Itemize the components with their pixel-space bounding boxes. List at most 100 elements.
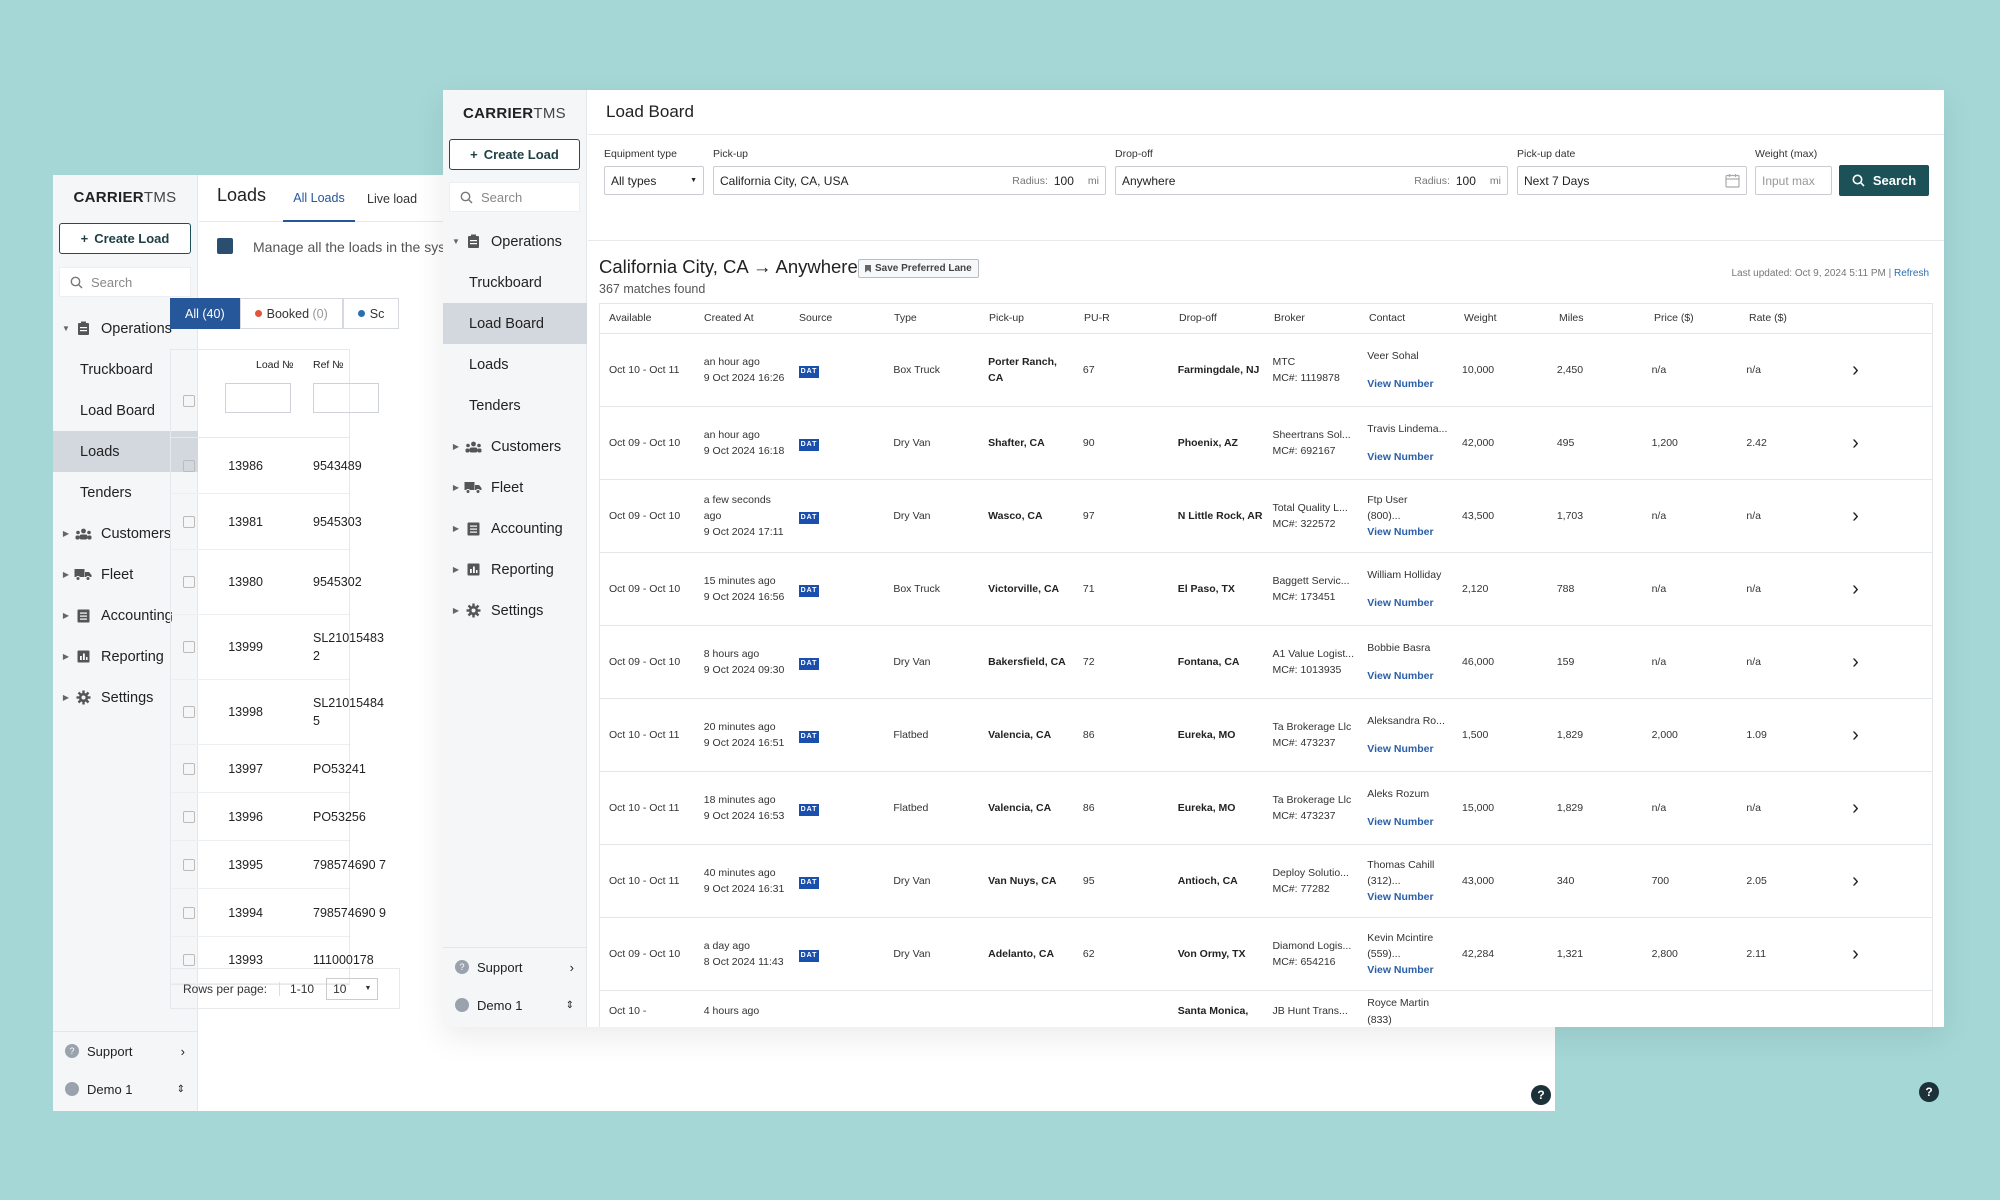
column-header[interactable]: Drop-off (1170, 310, 1265, 326)
column-header[interactable]: Pick-up (980, 310, 1075, 326)
column-header[interactable]: Broker (1265, 310, 1360, 326)
filter-all[interactable]: All (40) (170, 298, 240, 329)
view-number-link[interactable]: View Number (1367, 524, 1453, 540)
column-header[interactable]: Price ($) (1645, 310, 1740, 326)
nav-tenders[interactable]: Tenders (443, 385, 587, 426)
row-checkbox[interactable] (183, 810, 195, 823)
load-row[interactable]: Oct 10 - Oct 11 18 minutes ago 9 Oct 2024 … (600, 772, 1932, 845)
view-number-link[interactable]: View Number (1367, 814, 1453, 830)
row-checkbox[interactable] (183, 459, 195, 472)
chevron-right-icon: › (180, 1043, 185, 1059)
search-button[interactable]: Search (1839, 165, 1929, 196)
chevron-right-icon[interactable]: › (1832, 720, 1932, 751)
column-header[interactable]: Contact (1360, 310, 1455, 326)
chevron-right-icon[interactable]: › (1832, 647, 1932, 678)
sidebar-search[interactable]: Search (59, 267, 191, 297)
row-checkbox[interactable] (183, 954, 195, 966)
tab-live-loads[interactable]: Live load (367, 175, 417, 222)
table-row[interactable]: 13994 798574690 9 (171, 889, 386, 937)
nav-loads[interactable]: Loads (443, 344, 587, 385)
nav-fleet[interactable]: ▶ Fleet (449, 467, 587, 508)
chevron-right-icon[interactable]: › (1832, 574, 1932, 605)
create-load-button[interactable]: + Create Load (59, 223, 191, 254)
help-button[interactable]: ? (1531, 1085, 1551, 1105)
nav-customers[interactable]: ▶ Customers (449, 426, 587, 467)
page-size-select[interactable]: 10 ▼ (326, 977, 379, 1000)
table-row[interactable]: 13981 9545303 (171, 494, 362, 550)
date-picker[interactable]: Next 7 Days (1517, 166, 1747, 195)
view-number-link[interactable]: View Number (1367, 376, 1453, 392)
column-header[interactable]: Rate ($) (1740, 310, 1835, 326)
column-header[interactable]: Type (885, 310, 980, 326)
row-checkbox[interactable] (183, 906, 195, 919)
filter-third[interactable]: Sc (342, 298, 400, 329)
view-number-link[interactable]: View Number (1367, 668, 1453, 684)
support-link[interactable]: ? Support › (443, 948, 586, 986)
weight-input[interactable]: Input max (1755, 166, 1832, 195)
view-number-link[interactable]: View Number (1367, 595, 1453, 611)
ref-number-filter[interactable] (313, 383, 379, 413)
row-checkbox[interactable] (183, 762, 195, 775)
column-header[interactable]: Source (790, 310, 885, 326)
chevron-right-icon[interactable]: › (1832, 355, 1932, 386)
load-row[interactable]: Oct 09 - Oct 10 8 hours ago 9 Oct 2024 09:… (600, 626, 1932, 699)
user-menu[interactable]: Demo 1 ⇕ (443, 986, 586, 1024)
load-row[interactable]: Oct 09 - Oct 10 15 minutes ago 9 Oct 2024 … (600, 553, 1932, 626)
dropoff-input[interactable]: Anywhere Radius: 100 mi (1115, 166, 1508, 195)
create-load-button[interactable]: + Create Load (449, 139, 580, 170)
column-header[interactable]: PU-R (1075, 310, 1170, 326)
nav-truckboard[interactable]: Truckboard (443, 262, 587, 303)
pickup-radius[interactable]: Radius: 100 mi (1012, 174, 1099, 188)
view-number-link[interactable]: View Number (1367, 741, 1453, 757)
table-row[interactable]: 13980 9545302 (171, 550, 362, 615)
save-preferred-lane-button[interactable]: Save Preferred Lane (858, 259, 979, 278)
table-row[interactable]: 13995 798574690 7 (171, 841, 386, 889)
column-header[interactable]: Miles (1550, 310, 1645, 326)
table-row[interactable]: 13986 9543489 (171, 438, 362, 494)
table-row[interactable]: 13997 PO53241 (171, 745, 366, 793)
nav-operations[interactable]: ▼ Operations (449, 221, 587, 262)
filter-booked[interactable]: Booked (0) (239, 298, 343, 329)
load-row[interactable]: Oct 10 - Oct 11 20 minutes ago 9 Oct 2024 … (600, 699, 1932, 772)
sidebar-search[interactable]: Search (449, 182, 580, 212)
nav-accounting[interactable]: ▶ Accounting (449, 508, 587, 549)
dropoff-radius[interactable]: Radius: 100 mi (1414, 174, 1501, 188)
load-row[interactable]: Oct 09 - Oct 10 a few seconds ago 9 Oct 20… (600, 480, 1932, 553)
tab-all-loads[interactable]: All Loads (283, 175, 355, 222)
table-row[interactable]: 13996 PO53256 (171, 793, 366, 841)
load-row[interactable]: Oct 10 - Oct 11 an hour ago 9 Oct 2024 16:… (600, 334, 1932, 407)
load-number-filter[interactable] (225, 383, 291, 413)
support-link[interactable]: ? Support › (53, 1032, 197, 1070)
chevron-right-icon[interactable]: › (1832, 866, 1932, 897)
chevron-right-icon[interactable]: › (1832, 939, 1932, 970)
row-checkbox[interactable] (183, 641, 195, 653)
load-row[interactable]: Oct 09 - Oct 10 a day ago 8 Oct 2024 11:43… (600, 918, 1932, 991)
user-menu[interactable]: Demo 1 ⇕ (53, 1070, 197, 1108)
table-row[interactable]: 13998 SL21015484 5 (171, 680, 384, 745)
view-number-link[interactable]: View Number (1367, 449, 1453, 465)
row-checkbox[interactable] (183, 515, 195, 528)
equipment-select[interactable]: All types ▼ (604, 166, 704, 195)
chevron-right-icon[interactable]: › (1832, 793, 1932, 824)
nav-reporting[interactable]: ▶ Reporting (449, 549, 587, 590)
help-button[interactable]: ? (1919, 1082, 1939, 1102)
view-number-link[interactable]: View Number (1367, 889, 1453, 905)
row-checkbox[interactable] (183, 706, 195, 718)
row-checkbox[interactable] (183, 858, 195, 871)
table-row[interactable]: 13999 SL21015483 2 (171, 615, 384, 680)
chevron-right-icon[interactable]: › (1832, 501, 1932, 532)
chevron-right-icon[interactable]: › (1832, 428, 1932, 459)
header-checkbox[interactable] (183, 395, 195, 407)
view-number-link[interactable]: View Number (1367, 962, 1453, 978)
refresh-link[interactable]: Refresh (1894, 268, 1929, 279)
load-row[interactable]: Oct 09 - Oct 10 an hour ago 9 Oct 2024 16:… (600, 407, 1932, 480)
load-row[interactable]: Oct 10 - Oct 11 40 minutes ago 9 Oct 2024 … (600, 845, 1932, 918)
column-header[interactable]: Weight (1455, 310, 1550, 326)
pickup-input[interactable]: California City, CA, USA Radius: 100 mi (713, 166, 1106, 195)
nav-settings[interactable]: ▶ Settings (449, 590, 587, 631)
row-checkbox[interactable] (183, 576, 195, 588)
load-row[interactable]: Oct 10 - 4 hours ago Santa Monica, JB Hunt … (600, 991, 1932, 1027)
nav-load-board[interactable]: Load Board (443, 303, 587, 344)
column-header[interactable]: Created At (695, 310, 790, 326)
column-header[interactable]: Available (600, 310, 695, 326)
